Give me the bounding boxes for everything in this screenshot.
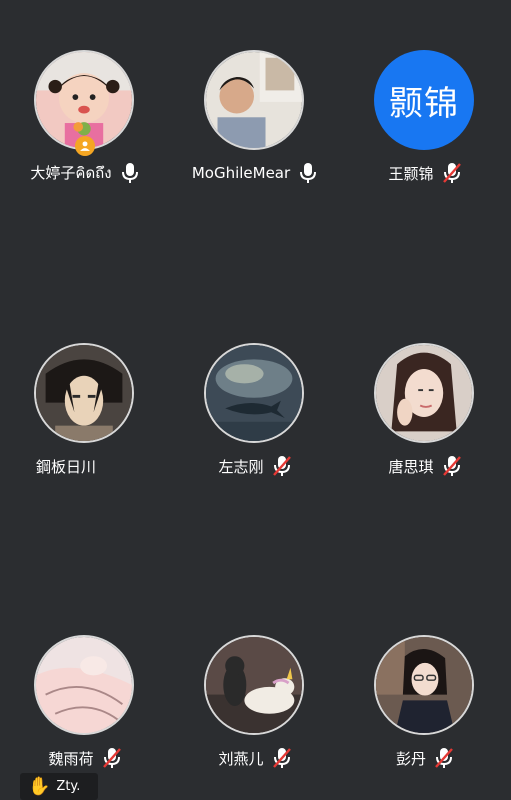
participant-name-row: MoGhileMear [170,160,340,186]
participant-name-row: 刘燕儿 [170,745,340,771]
participant-name: 鋼板日川 [36,457,97,476]
illustration-photo [36,637,132,733]
unicorn-toy-photo [206,637,302,733]
participant-name-row: 唐思琪 [340,453,510,479]
participant-avatar [374,343,474,443]
whale-artwork-photo [206,345,302,441]
participant-avatar [204,343,304,443]
girl-photo [376,637,472,733]
participant-grid: 大婷子คิดถึง MoGhileMear 颢锦 王颢锦 鋼板日川 左志刚 唐思… [0,0,511,800]
mic-muted-icon[interactable] [272,747,292,769]
raised-hand-name: Zty. [56,779,81,794]
participant-name: 唐思琪 [388,457,434,476]
man-photo [206,52,302,148]
woman-photo [376,345,472,441]
participant-tile[interactable]: 鋼板日川 [0,293,170,476]
participant-name-row: 鋼板日川 [0,453,170,479]
participant-name: 魏雨荷 [48,749,94,768]
participant-tile[interactable]: 左志刚 [170,293,340,476]
participant-name-row: 彭丹 [340,745,510,771]
participant-name: 左志刚 [218,457,264,476]
anime-character-photo [36,345,132,441]
mic-muted-icon[interactable] [272,455,292,477]
mic-muted-icon[interactable] [434,747,454,769]
participant-name: 彭丹 [395,749,426,768]
participant-name-row: 左志刚 [170,453,340,479]
baby-photo [36,52,132,148]
participant-avatar [34,635,134,735]
participant-name-row: 大婷子คิดถึง [0,160,170,186]
mic-on-icon[interactable] [120,162,140,184]
mic-muted-icon[interactable] [442,455,462,477]
participant-avatar [204,50,304,150]
raised-hand-indicator[interactable]: ✋ Zty. [20,773,98,800]
host-badge [75,136,95,156]
participant-avatar [374,635,474,735]
host-icon [80,141,90,151]
participant-name: MoGhileMear [191,164,291,182]
raised-hand-icon: ✋ [28,776,51,797]
participant-avatar [204,635,304,735]
participant-tile[interactable]: 彭丹 [340,585,510,768]
participant-name: 大婷子คิดถึง [30,164,112,182]
participant-avatar [34,343,134,443]
participant-tile[interactable]: MoGhileMear [170,0,340,183]
mic-on-icon[interactable] [298,162,318,184]
participant-name-row: 魏雨荷 [0,745,170,771]
participant-tile[interactable]: 唐思琪 [340,293,510,476]
participant-avatar [34,50,134,150]
participant-tile[interactable]: 魏雨荷 [0,585,170,768]
mic-muted-icon[interactable] [102,747,122,769]
participant-tile[interactable]: 大婷子คิดถึง [0,0,170,183]
mic-muted-icon[interactable] [442,162,462,184]
participant-name: 刘燕儿 [218,749,264,768]
participant-avatar-text: 颢锦 [374,50,474,150]
participant-tile[interactable]: 颢锦 王颢锦 [340,0,510,183]
participant-tile[interactable]: 刘燕儿 [170,585,340,768]
participant-name-row: 王颢锦 [340,160,510,186]
participant-name: 王颢锦 [388,164,434,183]
